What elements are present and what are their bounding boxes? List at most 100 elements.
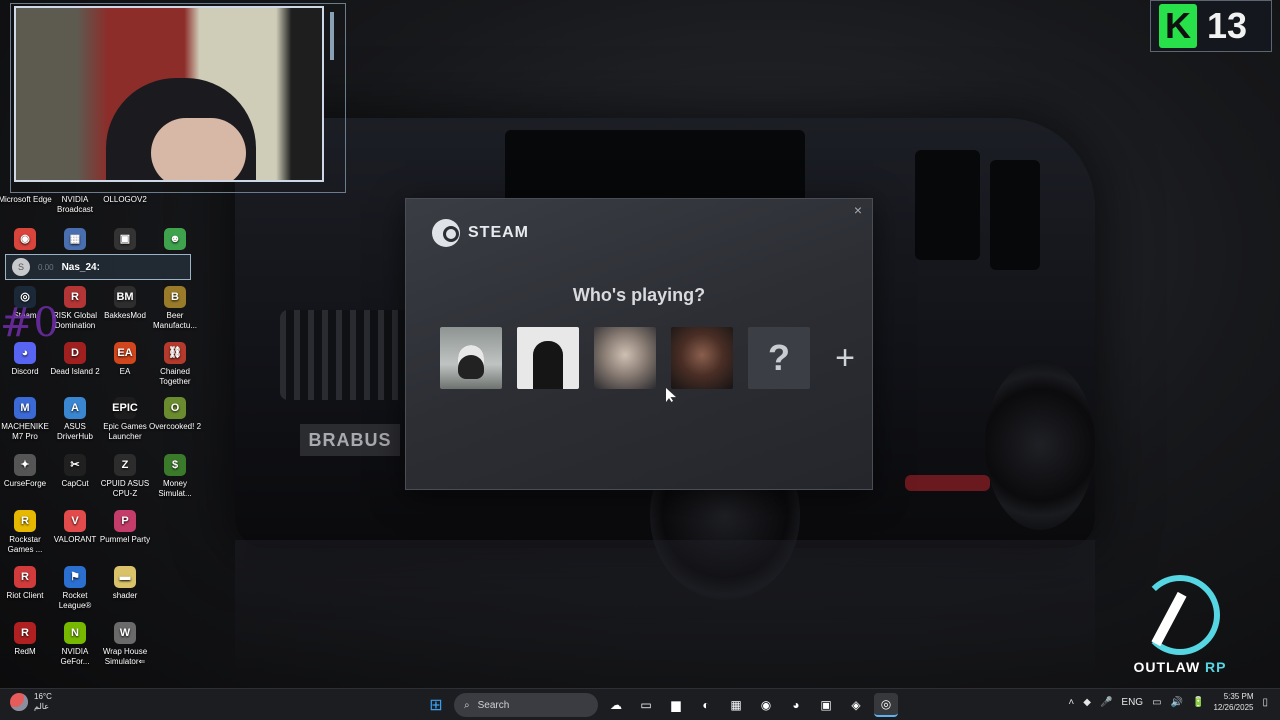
tray-icon[interactable]: ▭ (1152, 697, 1161, 708)
desktop-icon[interactable]: Z CPUID ASUS CPU-Z (97, 454, 153, 499)
player-money: 0.00 (38, 262, 54, 272)
wallpaper-car-rear-window (990, 160, 1040, 270)
clock-time: 5:35 PM (1223, 692, 1254, 701)
search-icon: ⌕ (464, 699, 470, 711)
steam-profile-dialog: × STEAM Who's playing? ? + (405, 198, 873, 490)
desktop-icon[interactable]: D Dead Island 2 (47, 342, 103, 377)
start-button[interactable]: ⊞ (424, 693, 448, 717)
app-icon: ▬ (114, 566, 136, 588)
tray-icon[interactable]: 🎤 (1100, 697, 1112, 708)
app-icon: N (64, 622, 86, 644)
outlaw-rp-logo: OUTLAW RP (1125, 575, 1235, 680)
taskbar-app-icon[interactable]: ▦ (724, 693, 748, 717)
desktop-icon-label: Discord (11, 367, 39, 376)
profile-avatar[interactable] (517, 327, 579, 389)
desktop-icon[interactable]: $ Money Simulat... (147, 454, 203, 499)
rp-text: RP (1205, 659, 1227, 675)
desktop-icon-label: OLLOGOV2 (103, 195, 147, 204)
desktop-icon-label: Chained Together (159, 367, 191, 386)
taskbar-clock[interactable]: 5:35 PM 12/26/2025 (1213, 691, 1253, 713)
steam-logo-icon (432, 219, 460, 247)
tray-icon[interactable]: ENG (1121, 697, 1143, 708)
profile-unknown[interactable]: ? (748, 327, 810, 389)
desktop-icon[interactable]: R Riot Client (0, 566, 53, 601)
notification-icon[interactable]: ▯ (1262, 697, 1268, 708)
desktop-icon[interactable]: ✂ CapCut (47, 454, 103, 489)
app-icon: V (64, 510, 86, 532)
add-profile-button[interactable]: + (825, 327, 865, 389)
outlaw-text: OUTLAW (1133, 659, 1206, 675)
profile-avatar[interactable] (440, 327, 502, 389)
desktop-icon[interactable]: EA EA (97, 342, 153, 377)
tray-icon[interactable]: ˄ (1068, 697, 1074, 708)
taskbar-search[interactable]: ⌕ Search (454, 693, 598, 717)
profile-avatar[interactable] (671, 327, 733, 389)
desktop-icon-label: Money Simulat... (158, 479, 192, 498)
desktop-icon[interactable]: ◕ Discord (0, 342, 53, 377)
taskbar-app-icon[interactable]: ▣ (814, 693, 838, 717)
app-icon: $ (164, 454, 186, 476)
app-icon: ▣ (114, 228, 136, 250)
search-placeholder: Search (477, 699, 510, 711)
webcam-scroll-indicator (330, 12, 334, 60)
desktop-icon[interactable]: BM BakkesMod (97, 286, 153, 321)
player-status-bar: S 0.00 Nas_24: (5, 254, 191, 280)
desktop-icon-label: Pummel Party (99, 535, 151, 544)
app-icon: ▦ (64, 228, 86, 250)
taskbar-app-icon[interactable]: ◕ (784, 693, 808, 717)
desktop-icon[interactable]: W Wrap House Simulator⇐ (97, 622, 153, 667)
desktop-icon[interactable]: ▬ shader (97, 566, 153, 601)
app-icon: A (64, 397, 86, 419)
desktop-icon[interactable]: ⚑ Rocket League® (47, 566, 103, 611)
tray-icon[interactable]: 🔊 (1171, 697, 1183, 708)
desktop-icon[interactable]: N NVIDIA GeFor... (47, 622, 103, 667)
desktop-icon[interactable]: ▦ (47, 228, 103, 253)
desktop-icon[interactable]: ✦ CurseForge (0, 454, 53, 489)
desktop-icon-label: ASUS DriverHub (56, 422, 93, 441)
desktop-icon-label: shader (112, 591, 138, 600)
desktop-icon[interactable]: Microsoft Edge (0, 195, 53, 205)
desktop-icon-label: Wrap House Simulator⇐ (102, 647, 148, 666)
desktop-icon[interactable]: R Rockstar Games ... (0, 510, 53, 555)
desktop-icon-label: CapCut (61, 479, 89, 488)
taskbar-app-icon[interactable]: ◎ (874, 693, 898, 717)
desktop-icon-label: EA (119, 367, 131, 376)
taskbar-app-icon[interactable]: ◉ (754, 693, 778, 717)
tray-icon[interactable]: ◆ (1083, 697, 1091, 708)
taskbar-app-icon[interactable]: ◐ (694, 693, 718, 717)
desktop-icon[interactable]: B Beer Manufactu... (147, 286, 203, 331)
outlaw-emblem-icon (1140, 575, 1220, 655)
app-icon: ⛓ (164, 342, 186, 364)
close-icon[interactable]: × (850, 202, 866, 218)
taskbar-app-icon[interactable]: ◈ (844, 693, 868, 717)
tray-icon[interactable]: 🔋 (1192, 697, 1204, 708)
desktop-icon[interactable]: M MACHENIKE M7 Pro (0, 397, 53, 442)
desktop-icon[interactable]: ◉ (0, 228, 53, 253)
app-icon: ☻ (164, 228, 186, 250)
taskbar: 16°C عالم ⊞ ⌕ Search ☁ ▭ ▆ ◐ ▦ ◉ ◕ ▣ ◈ ◎ ˄ ◆ 🎤 ENG ▭ 🔊… (0, 688, 1280, 720)
desktop-icon[interactable]: ☻ (147, 228, 203, 253)
desktop-icon[interactable]: EPIC Epic Games Launcher (97, 397, 153, 442)
desktop-icon[interactable]: P Pummel Party (97, 510, 153, 545)
desktop-icon-label: VALORANT (53, 535, 97, 544)
desktop-icon[interactable]: R RedM (0, 622, 53, 657)
desktop-icon[interactable]: OLLOGOV2 (97, 195, 153, 205)
desktop-icon[interactable]: ⛓ Chained Together (147, 342, 203, 387)
profile-avatar[interactable] (594, 327, 656, 389)
taskbar-app-icon[interactable]: ☁ (604, 693, 628, 717)
app-icon: ⚑ (64, 566, 86, 588)
desktop-icon[interactable]: A ASUS DriverHub (47, 397, 103, 442)
desktop-icon[interactable]: NVIDIA Broadcast (47, 195, 103, 215)
app-icon: R (14, 510, 36, 532)
desktop-icon[interactable]: ▣ (97, 228, 153, 253)
clock-date: 12/26/2025 (1213, 703, 1254, 712)
taskbar-app-icon[interactable]: ▆ (664, 693, 688, 717)
desktop-icon[interactable]: O Overcooked! 2 (147, 397, 203, 432)
app-icon: Z (114, 454, 136, 476)
weather-widget[interactable]: 16°C عالم (10, 692, 52, 712)
desktop-icon-label: Beer Manufactu... (152, 311, 198, 330)
desktop-icon[interactable]: V VALORANT (47, 510, 103, 545)
taskbar-app-icon[interactable]: ▭ (634, 693, 658, 717)
wallpaper-brabus-plate: BRABUS (300, 424, 400, 456)
desktop-icon-label: Dead Island 2 (50, 367, 100, 376)
